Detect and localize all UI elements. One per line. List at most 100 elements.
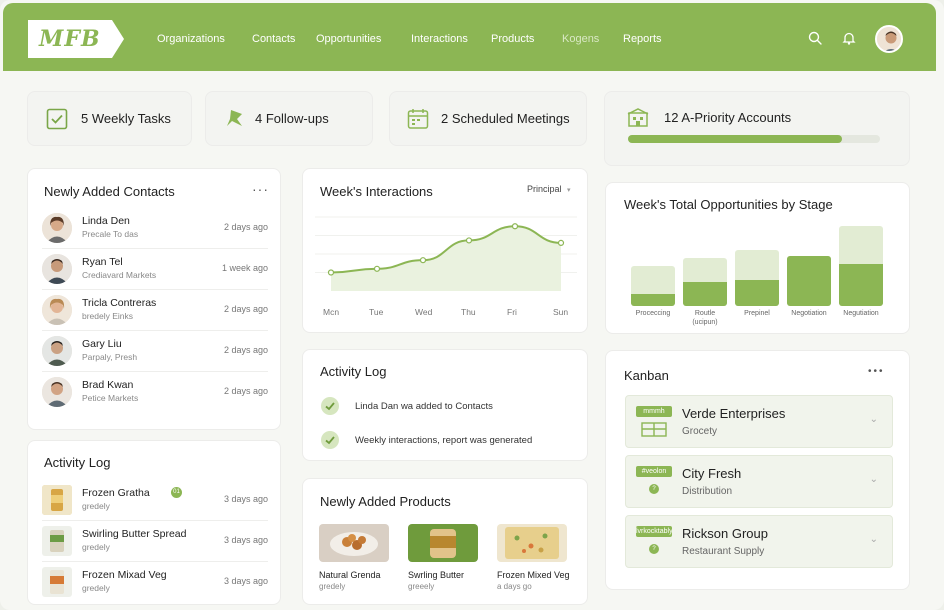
- opportunity-stage-bar[interactable]: [735, 250, 779, 306]
- contacts-card: Newly Added Contacts ··· Linda Den Preca…: [27, 168, 281, 430]
- nav-contacts[interactable]: Contacts: [252, 33, 295, 45]
- bar-category-label: Routle: [694, 310, 716, 317]
- chart-point[interactable]: [327, 269, 335, 276]
- principal-dropdown[interactable]: Principal ▾: [527, 184, 571, 194]
- activity-log-card: Activity Log Frozen Gratha 01 gredely 3 …: [27, 440, 281, 605]
- kanban-tag: lvrkocktably: [636, 526, 672, 537]
- x-tick-label: Fri: [507, 307, 517, 317]
- activity-row[interactable]: Swirling Butter Spread gredely 3 days ag…: [42, 521, 268, 562]
- kanban-card: Kanban ••• mmmh Verde Enterprises Grocet…: [605, 350, 910, 590]
- user-avatar[interactable]: [875, 25, 903, 53]
- chart-point[interactable]: [373, 265, 381, 272]
- chevron-down-icon[interactable]: ⌄: [870, 474, 878, 485]
- activity-log-mid-card: Activity Log Linda Dan wa added to Conta…: [302, 349, 588, 461]
- product-card[interactable]: Swrling Butter greeely: [408, 524, 478, 591]
- stat-priority-accounts[interactable]: 12 A-Priority Accounts: [604, 91, 910, 166]
- chart-point[interactable]: [557, 239, 565, 247]
- activity-item-sub: gredely: [82, 501, 110, 511]
- kanban-item[interactable]: mmmh Verde Enterprises Grocety ⌄: [625, 395, 893, 448]
- contact-time: 2 days ago: [223, 386, 268, 396]
- bar-category-label: Negutiation: [843, 310, 879, 317]
- activity-log-title: Activity Log: [44, 455, 111, 470]
- contact-row[interactable]: Gary Liu Parpaly, Presh 2 days ago: [42, 331, 268, 372]
- log-entry-text: Weekly interactions, report was generate…: [355, 435, 533, 446]
- interactions-card: Week's Interactions Principal ▾ Mcn Tue We…: [302, 168, 588, 333]
- contact-time: 2 days ago: [223, 222, 268, 232]
- opportunities-title: Week's Total Opportunities by Stage: [624, 197, 833, 212]
- bell-icon[interactable]: [841, 30, 857, 46]
- contact-name: Tricla Contreras: [82, 297, 157, 309]
- search-icon[interactable]: [807, 30, 823, 46]
- product-card[interactable]: Natural Grenda gredely: [319, 524, 389, 591]
- nav-kogens[interactable]: Kogens: [562, 33, 599, 45]
- chevron-down-icon[interactable]: ⌄: [870, 534, 878, 545]
- log-entry[interactable]: Linda Dan wa added to Contacts: [321, 392, 581, 422]
- check-icon: [321, 431, 339, 449]
- x-tick-label: Tue: [369, 307, 384, 317]
- log-entry[interactable]: Weekly interactions, report was generate…: [321, 426, 581, 456]
- stat-weekly-tasks[interactable]: 5 Weekly Tasks: [27, 91, 192, 146]
- activity-row[interactable]: Frozen Gratha 01 gredely 3 days ago: [42, 480, 268, 521]
- kanban-title: Kanban: [624, 368, 669, 383]
- bar-category-label: Proceccing: [635, 310, 671, 317]
- top-navigation-bar: MFB Organizations Contacts Opportunities…: [3, 3, 936, 71]
- product-sub: greeely: [408, 582, 435, 591]
- checkbox-icon: [46, 108, 68, 135]
- chart-point[interactable]: [465, 237, 473, 244]
- activity-row[interactable]: Frozen Mixad Veg gredely 3 days ago: [42, 562, 268, 603]
- bar-filled: [839, 264, 883, 306]
- bar-category-sublabel: (ucipun): [692, 319, 718, 326]
- bar-category-label: Negotiation: [791, 310, 827, 317]
- kanban-tag: #veolon: [636, 466, 672, 477]
- opportunity-stage-bar[interactable]: [787, 256, 831, 306]
- nav-reports[interactable]: Reports: [623, 33, 662, 45]
- kanban-more-button[interactable]: •••: [868, 366, 885, 377]
- app-logo[interactable]: MFB: [28, 20, 124, 58]
- building-icon: [627, 108, 649, 133]
- contact-row[interactable]: Tricla Contreras bredely Einks 2 days ag…: [42, 290, 268, 331]
- x-tick-label: Sun: [553, 307, 569, 317]
- contact-row[interactable]: Brad Kwan Petice Markets 2 days ago: [42, 372, 268, 413]
- stat-accounts-label: 12 A-Priority Accounts: [664, 110, 792, 125]
- opportunity-stage-bar[interactable]: [631, 266, 675, 306]
- x-tick-label: Mcn: [323, 307, 340, 317]
- kanban-item-sub: Grocety: [682, 426, 718, 437]
- chevron-down-icon[interactable]: ⌄: [870, 414, 878, 425]
- kanban-item[interactable]: lvrkocktably ? Rickson Group Restaurant …: [625, 515, 893, 568]
- chart-point[interactable]: [419, 257, 427, 264]
- kanban-item-sub: Distribution: [682, 486, 733, 497]
- kanban-item[interactable]: #veolon ? City Fresh Distribution ⌄: [625, 455, 893, 508]
- nav-products[interactable]: Products: [491, 33, 534, 45]
- product-sub: gredely: [319, 582, 346, 591]
- nav-organizations[interactable]: Organizations: [157, 33, 225, 45]
- opportunity-stage-bar[interactable]: [683, 258, 727, 306]
- product-card[interactable]: Frozen Mixed Veg a days go: [497, 524, 570, 591]
- kanban-item-name: Verde Enterprises: [682, 406, 786, 421]
- bar-filled: [787, 256, 831, 306]
- product-image: [319, 524, 389, 562]
- logo-text: MFB: [39, 26, 101, 52]
- chart-point[interactable]: [511, 223, 519, 230]
- nav-opportunities[interactable]: Opportunities: [316, 33, 381, 45]
- avatar: [42, 213, 72, 243]
- opportunity-stage-bar[interactable]: [839, 226, 883, 306]
- product-name: Frozen Mixed Veg: [497, 570, 570, 580]
- contact-company: bredely Einks: [82, 311, 134, 321]
- kanban-item-name: City Fresh: [682, 466, 742, 481]
- contact-name: Gary Liu: [82, 338, 122, 350]
- product-thumbnail: [42, 526, 72, 556]
- info-icon: ?: [649, 544, 659, 554]
- stat-scheduled-meetings[interactable]: 2 Scheduled Meetings: [389, 91, 587, 146]
- contact-time: 1 week ago: [221, 263, 268, 273]
- kanban-item-sub: Restaurant Supply: [682, 546, 765, 557]
- x-tick-label: Thu: [461, 307, 476, 317]
- stat-followups-label: 4 Follow-ups: [255, 111, 329, 126]
- info-icon: ?: [649, 484, 659, 494]
- contact-row[interactable]: Ryan Tel Crediavard Markets 1 week ago: [42, 249, 268, 290]
- x-tick-label: Wed: [415, 307, 433, 317]
- nav-interactions[interactable]: Interactions: [411, 33, 468, 45]
- contact-row[interactable]: Linda Den Precale To das 2 days ago: [42, 208, 268, 249]
- activity-item-sub: gredely: [82, 542, 110, 552]
- stat-follow-ups[interactable]: 4 Follow-ups: [205, 91, 373, 146]
- contacts-more-button[interactable]: ···: [252, 181, 269, 197]
